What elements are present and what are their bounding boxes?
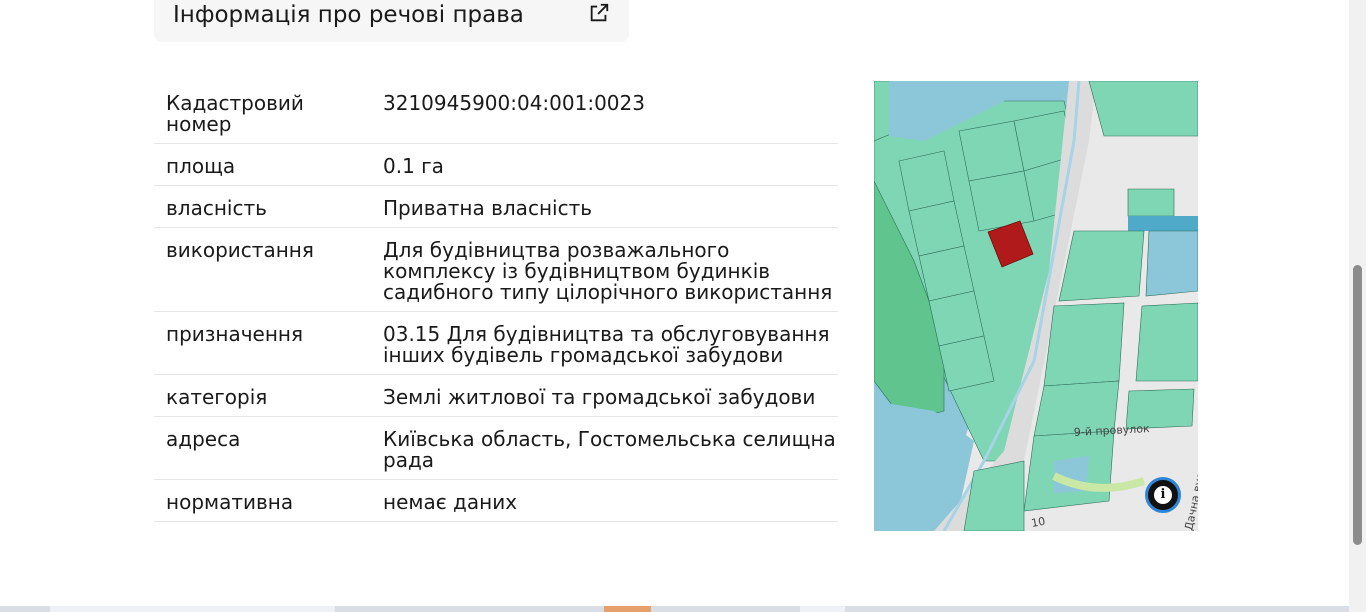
row-label: нормативна [166,490,294,514]
external-link-icon[interactable] [588,2,610,24]
bottom-strip-segment [604,606,651,612]
row-label: адреса [166,427,241,451]
info-icon: i [1154,486,1172,504]
table-row: призначення 03.15 Для будівництва та обс… [154,312,838,375]
table-row: нормативна немає даних [154,480,838,522]
header-panel: Інформація про речові права [154,0,629,42]
street-label: 10 [1030,515,1046,530]
row-value: 03.15 Для будівництва та обслуговування … [383,322,830,367]
bottom-strip-segment [50,606,335,612]
map-info-button[interactable]: i [1145,477,1181,513]
row-label: категорія [166,385,268,409]
page-scrollbar[interactable] [1349,0,1366,612]
row-label: використання [166,238,314,262]
row-value: 0.1 га [383,154,444,178]
table-row: категорія Землі житлової та громадської … [154,375,838,417]
table-row: власність Приватна власність [154,186,838,228]
row-value: немає даних [383,490,518,514]
row-label: площа [166,154,236,178]
bottom-strip-segment [800,606,845,612]
row-value: Приватна власність [383,196,593,220]
row-label: власність [166,196,267,220]
row-label: призначення [166,322,304,346]
row-value: Землі житлової та громадської забудови [383,385,816,409]
row-value: 3210945900:04:001:0023 [383,91,645,115]
table-row: адреса Київська область, Гостомельська с… [154,417,838,480]
row-value: Для будівництва розважального комплексу … [383,238,833,304]
row-value: Київська область, Гостомельська селищна … [383,427,836,472]
property-info-table: Кадастровий номер 3210945900:04:001:0023… [154,81,838,522]
bottom-strip [0,606,1349,612]
cadastral-map[interactable]: 9-й провулок Дачна вули 10 i [874,81,1198,531]
scrollbar-thumb[interactable] [1353,265,1362,545]
map-canvas[interactable]: 9-й провулок Дачна вули 10 [874,81,1198,531]
row-label: Кадастровий номер [166,91,304,136]
table-row: використання Для будівництва розважально… [154,228,838,312]
section-title: Інформація про речові права [173,2,524,28]
table-row: площа 0.1 га [154,144,838,186]
table-row: Кадастровий номер 3210945900:04:001:0023 [154,81,838,144]
